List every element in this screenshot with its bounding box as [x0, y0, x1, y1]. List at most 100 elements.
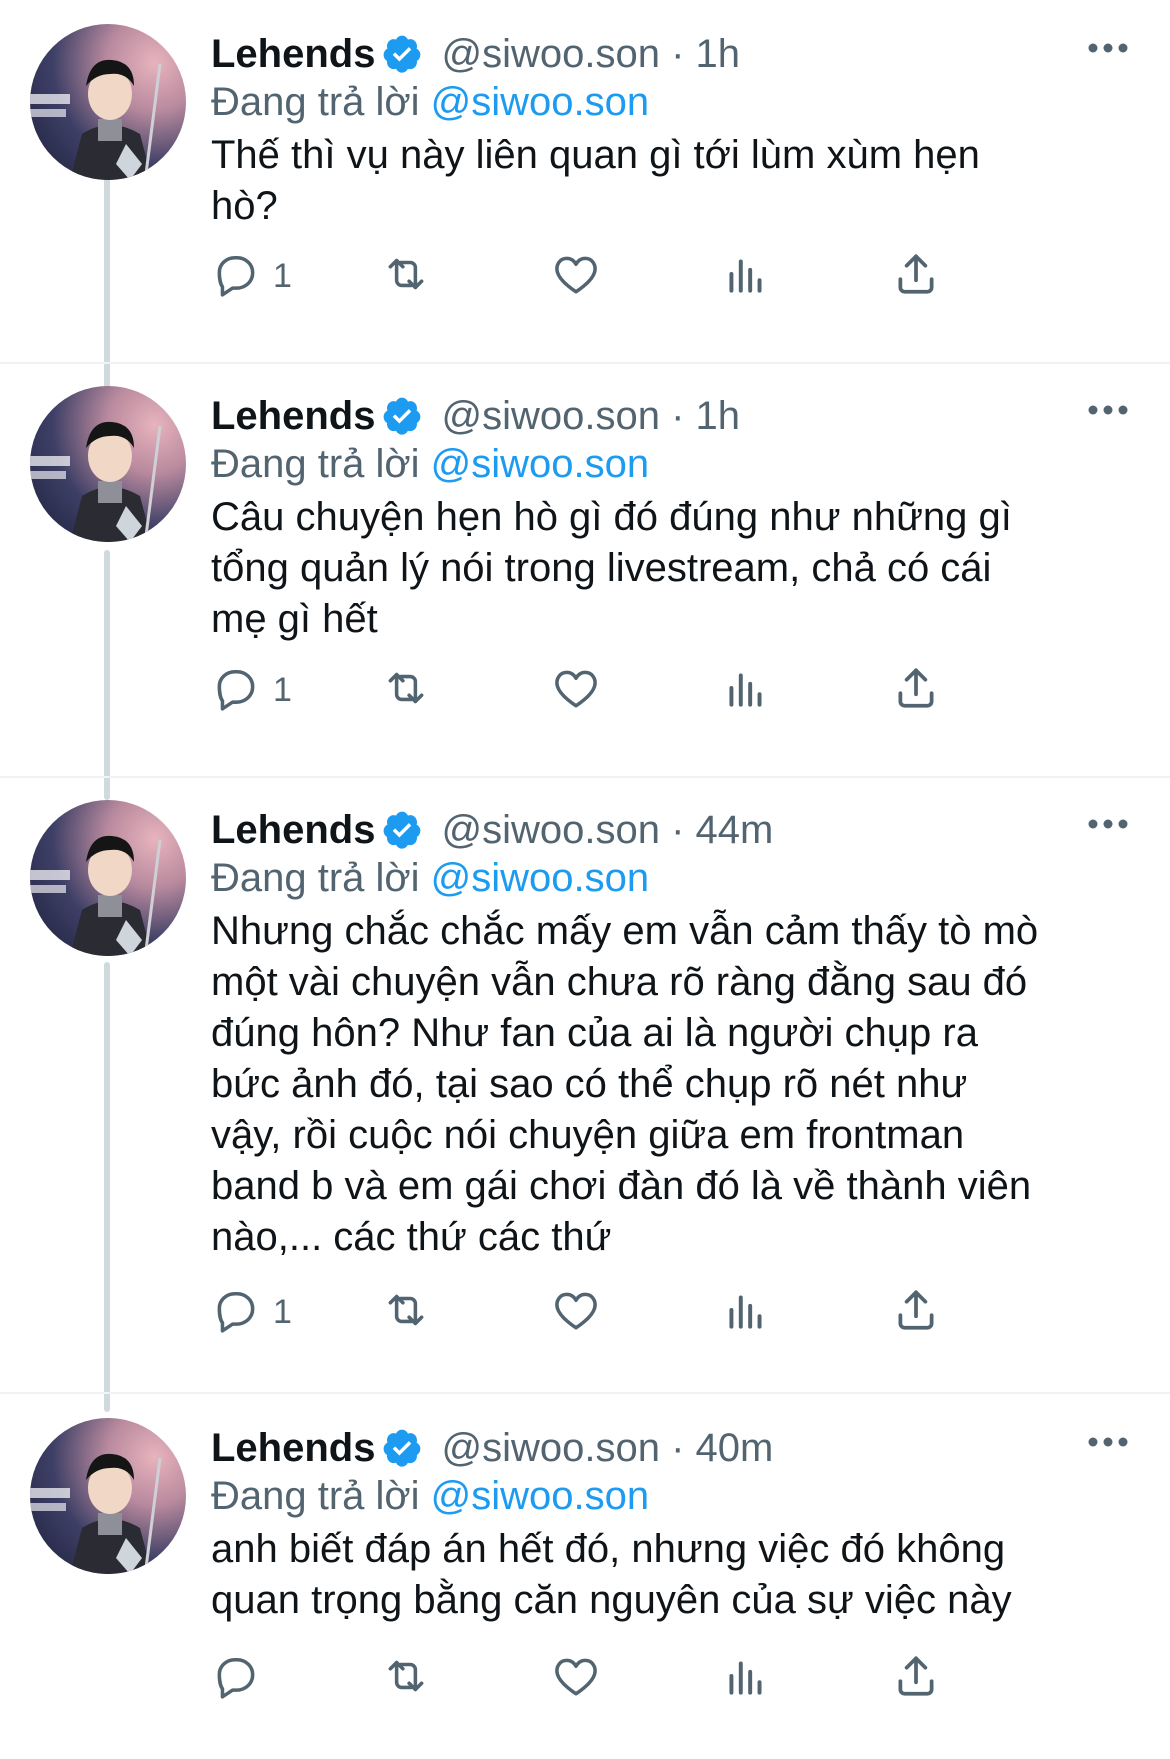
replying-prefix: Đang trả lời: [211, 80, 420, 124]
avatar[interactable]: [30, 386, 186, 542]
retweet-button[interactable]: [381, 248, 431, 304]
handle[interactable]: @siwoo.son: [441, 1426, 659, 1471]
analytics-icon: [721, 1285, 771, 1340]
more-options-icon[interactable]: [1086, 814, 1130, 834]
like-button[interactable]: [551, 248, 601, 304]
retweet-icon: [381, 1651, 431, 1706]
divider: [0, 776, 1170, 778]
analytics-button[interactable]: [721, 1284, 771, 1340]
tweet-text: Thế thì vụ này liên quan gì tới lùm xùm …: [211, 130, 1131, 232]
verified-badge-icon: [381, 395, 423, 437]
reply-icon: [211, 1285, 261, 1340]
reply-button[interactable]: 1: [211, 662, 292, 718]
tweet-text: Câu chuyện hẹn hò gì đó đúng như những g…: [211, 492, 1131, 645]
heart-icon: [551, 249, 601, 304]
avatar[interactable]: [30, 1418, 186, 1574]
share-button[interactable]: [891, 1650, 941, 1706]
share-button[interactable]: [891, 1284, 941, 1340]
share-icon: [891, 249, 941, 304]
like-button[interactable]: [551, 1650, 601, 1706]
replying-to: Đang trả lời @siwoo.son: [211, 80, 649, 125]
share-icon: [891, 663, 941, 718]
more-options-icon[interactable]: [1086, 1432, 1130, 1452]
reply-icon: [211, 663, 261, 718]
reply-button[interactable]: [211, 1650, 273, 1706]
action-bar: 1: [211, 1284, 1071, 1340]
analytics-icon: [721, 663, 771, 718]
avatar[interactable]: [30, 800, 186, 956]
action-bar: [211, 1650, 1071, 1706]
tweet-text-line: tổng quản lý nói trong livestream, chả c…: [211, 546, 992, 590]
reply-count: 1: [273, 256, 292, 295]
tweet[interactable]: Lehends @siwoo.son · 1h Đang trả lời @si…: [0, 386, 1170, 756]
timestamp[interactable]: 44m: [696, 808, 774, 853]
heart-icon: [551, 1651, 601, 1706]
verified-badge-icon: [381, 1427, 423, 1469]
more-options-icon[interactable]: [1086, 38, 1130, 58]
tweet-header: Lehends @siwoo.son · 44m: [211, 806, 773, 854]
tweet[interactable]: Lehends @siwoo.son · 44m Đang trả lời @s…: [0, 800, 1170, 1380]
retweet-button[interactable]: [381, 1284, 431, 1340]
tweet-text-line: anh biết đáp án hết đó, nhưng việc đó kh…: [211, 1527, 1006, 1571]
analytics-button[interactable]: [721, 248, 771, 304]
replying-prefix: Đang trả lời: [211, 1474, 420, 1518]
handle[interactable]: @siwoo.son: [441, 808, 659, 853]
heart-icon: [551, 663, 601, 718]
replying-prefix: Đang trả lời: [211, 856, 420, 900]
retweet-button[interactable]: [381, 1650, 431, 1706]
divider: [0, 1392, 1170, 1394]
dot-separator: ·: [659, 807, 696, 852]
more-options-icon[interactable]: [1086, 400, 1130, 420]
replying-prefix: Đang trả lời: [211, 442, 420, 486]
retweet-button[interactable]: [381, 662, 431, 718]
dot-separator: ·: [659, 31, 696, 76]
avatar[interactable]: [30, 24, 186, 180]
tweet-header: Lehends @siwoo.son · 1h: [211, 30, 740, 78]
handle[interactable]: @siwoo.son: [441, 394, 659, 439]
handle[interactable]: @siwoo.son: [441, 32, 659, 77]
display-name[interactable]: Lehends: [211, 1426, 375, 1471]
tweet-text-line: Thế thì vụ này liên quan gì tới lùm xùm …: [211, 133, 980, 177]
retweet-icon: [381, 249, 431, 304]
tweet-text-line: đúng hôn? Như fan của ai là người chụp r…: [211, 1011, 978, 1055]
like-button[interactable]: [551, 1284, 601, 1340]
share-icon: [891, 1285, 941, 1340]
display-name[interactable]: Lehends: [211, 32, 375, 77]
tweet-text-line: mẹ gì hết: [211, 597, 378, 641]
mention-link[interactable]: @siwoo.son: [431, 1474, 649, 1518]
retweet-icon: [381, 663, 431, 718]
tweet-text-line: bức ảnh đó, tại sao có thể chụp rõ nét n…: [211, 1062, 968, 1106]
dot-separator: ·: [659, 1425, 696, 1470]
tweet-text-line: vậy, rồi cuộc nói chuyện giữa em frontma…: [211, 1113, 965, 1157]
verified-badge-icon: [381, 33, 423, 75]
tweet-text: anh biết đáp án hết đó, nhưng việc đó kh…: [211, 1524, 1131, 1626]
tweet-text-line: một vài chuyện vẫn chưa rõ ràng đằng sau…: [211, 960, 1028, 1004]
divider: [0, 362, 1170, 364]
display-name[interactable]: Lehends: [211, 394, 375, 439]
heart-icon: [551, 1285, 601, 1340]
share-icon: [891, 1651, 941, 1706]
reply-button[interactable]: 1: [211, 1284, 292, 1340]
share-button[interactable]: [891, 662, 941, 718]
like-button[interactable]: [551, 662, 601, 718]
mention-link[interactable]: @siwoo.son: [431, 80, 649, 124]
timestamp[interactable]: 1h: [696, 394, 741, 439]
tweet-text-line: hò?: [211, 184, 278, 228]
tweet-text-line: quan trọng bằng căn nguyên của sự việc n…: [211, 1578, 1012, 1622]
share-button[interactable]: [891, 248, 941, 304]
tweet[interactable]: Lehends @siwoo.son · 1h Đang trả lời @si…: [0, 24, 1170, 364]
timestamp[interactable]: 40m: [696, 1426, 774, 1471]
verified-badge-icon: [381, 809, 423, 851]
analytics-button[interactable]: [721, 1650, 771, 1706]
tweet-text-line: nào,... các thứ các thứ: [211, 1215, 612, 1259]
reply-button[interactable]: 1: [211, 248, 292, 304]
timestamp[interactable]: 1h: [696, 32, 741, 77]
mention-link[interactable]: @siwoo.son: [431, 442, 649, 486]
tweet-text-line: band b và em gái chơi đàn đó là về thành…: [211, 1164, 1032, 1208]
tweet-header: Lehends @siwoo.son · 40m: [211, 1424, 773, 1472]
display-name[interactable]: Lehends: [211, 808, 375, 853]
mention-link[interactable]: @siwoo.son: [431, 856, 649, 900]
analytics-button[interactable]: [721, 662, 771, 718]
tweet[interactable]: Lehends @siwoo.son · 40m Đang trả lời @s…: [0, 1418, 1170, 1748]
analytics-icon: [721, 1651, 771, 1706]
